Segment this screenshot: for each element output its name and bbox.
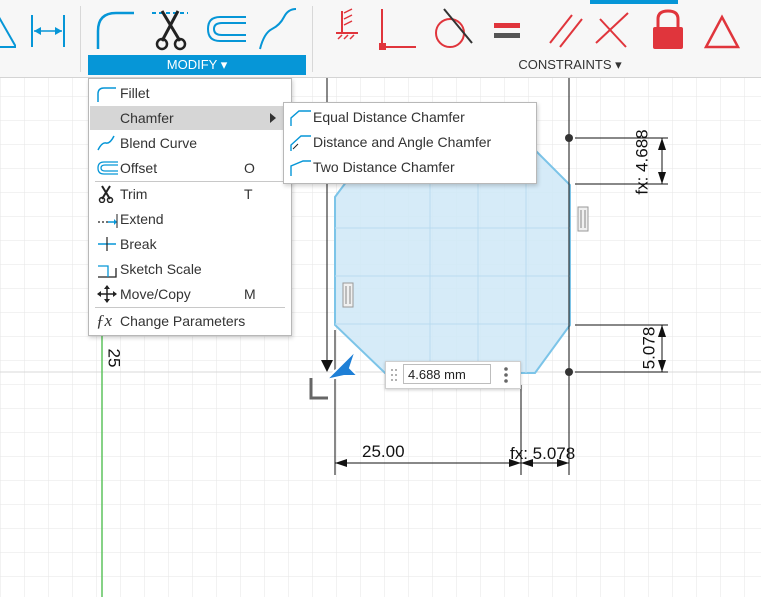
sketch-point[interactable] [565,368,573,376]
menu-item-break[interactable]: Break [90,232,290,256]
dim-bottom-right[interactable]: fx: 5.078 [510,444,575,464]
symmetry-constraint-button[interactable] [702,5,742,51]
blend-curve-button[interactable] [258,5,298,51]
fix-constraint-button[interactable] [332,5,362,51]
menu-item-sketch-scale[interactable]: Sketch Scale [90,257,290,281]
dimension-tool-button[interactable] [28,5,68,51]
sketch-point[interactable] [565,134,573,142]
menu-item-shortcut: O [244,160,255,176]
submenu-item-label: Equal Distance Chamfer [313,109,465,125]
dim-bottom-width[interactable]: 25.00 [362,442,405,462]
menu-item-label: Move/Copy [120,286,191,302]
trim-icon [98,185,114,203]
offset-icon [206,16,246,42]
menu-item-trim[interactable]: Trim T [90,182,290,206]
sketch-toolbar: MODIFY ▾ CONSTRAINTS ▾ [0,0,761,78]
menu-item-label: Trim [120,186,148,202]
dim-right-top[interactable]: fx: 4.688 [633,129,653,194]
fix-icon [336,8,358,40]
triangle-tool-button[interactable] [0,5,16,51]
tangent-constraint-button[interactable] [430,5,473,51]
menu-item-label: Break [120,236,157,252]
dim-right-bottom[interactable]: 5.078 [639,327,659,370]
dimension-input-box [385,361,521,389]
constraints-menu-button[interactable]: CONSTRAINTS ▾ [470,55,670,75]
menu-item-label: Fillet [120,85,150,101]
more-options-icon[interactable] [502,366,510,384]
perpendicular-icon [595,12,629,48]
menu-item-fillet[interactable]: Fillet [90,81,290,105]
menu-item-label: Offset [120,160,158,176]
blend-curve-icon [259,8,297,50]
triangle-icon [703,14,741,49]
offset-button[interactable] [204,5,246,51]
dim-left-vertical[interactable]: 25 [103,349,123,368]
extend-icon [98,214,118,228]
menu-item-label: Change Parameters [120,313,246,329]
move-icon [97,285,117,303]
fillet-icon [97,87,116,102]
menu-item-shortcut: M [244,286,256,302]
active-tool-highlight [590,0,678,4]
sketch-scale-icon [98,265,117,278]
menu-item-label: Sketch Scale [120,261,202,277]
parallel-constraint-icon[interactable] [577,206,589,232]
equal-icon [494,23,520,38]
fx-icon: ƒx [96,311,113,330]
perpendicular-constraint-button[interactable] [592,5,632,51]
dimension-icon [31,15,65,47]
equal-distance-chamfer-icon [290,110,311,126]
submenu-arrow-icon [270,113,276,123]
parallel-constraint-button[interactable] [546,5,586,51]
lock-icon [653,9,683,49]
equal-constraint-button[interactable] [490,5,530,51]
two-distance-chamfer-icon [290,160,311,176]
menu-item-move-copy[interactable]: Move/Copy M [90,282,290,306]
modify-dropdown-menu: Fillet Chamfer Blend Curve Offset O Trim… [88,78,292,336]
trim-button[interactable] [150,5,190,51]
fillet-button[interactable] [94,5,134,51]
submenu-item-two-distance-chamfer[interactable]: Two Distance Chamfer [285,155,535,179]
menu-item-change-parameters[interactable]: ƒx Change Parameters [90,309,290,333]
submenu-item-distance-angle-chamfer[interactable]: Distance and Angle Chamfer [285,130,535,154]
drag-grip-icon[interactable] [390,367,398,383]
submenu-item-label: Distance and Angle Chamfer [313,134,492,150]
distance-angle-chamfer-icon [290,135,311,151]
tangent-icon [435,8,473,48]
parallel-icon [549,14,583,48]
coincident-icon [379,9,416,50]
menu-item-chamfer[interactable]: Chamfer [90,106,290,130]
menu-divider [95,307,285,308]
submenu-item-equal-distance-chamfer[interactable]: Equal Distance Chamfer [285,105,535,129]
break-icon [98,237,116,251]
blend-curve-icon [97,135,115,151]
offset-icon [97,161,118,175]
parallel-constraint-icon[interactable] [342,282,354,308]
chamfer-submenu: Equal Distance Chamfer Distance and Angl… [283,102,537,184]
modify-menu-button[interactable]: MODIFY ▾ [88,55,306,75]
menu-item-blend-curve[interactable]: Blend Curve [90,131,290,155]
menu-item-label: Blend Curve [120,135,198,151]
dimension-value-input[interactable] [403,364,491,384]
trim-icon [152,10,188,51]
menu-item-extend[interactable]: Extend [90,207,290,231]
fix-unfix-constraint-button[interactable] [650,5,690,51]
menu-item-label: Chamfer [120,110,174,126]
fillet-icon [96,11,134,49]
menu-item-label: Extend [120,211,164,227]
menu-item-offset[interactable]: Offset O [90,156,290,180]
submenu-item-label: Two Distance Chamfer [313,159,455,175]
menu-item-shortcut: T [244,186,253,202]
coincident-constraint-button[interactable] [378,5,418,51]
